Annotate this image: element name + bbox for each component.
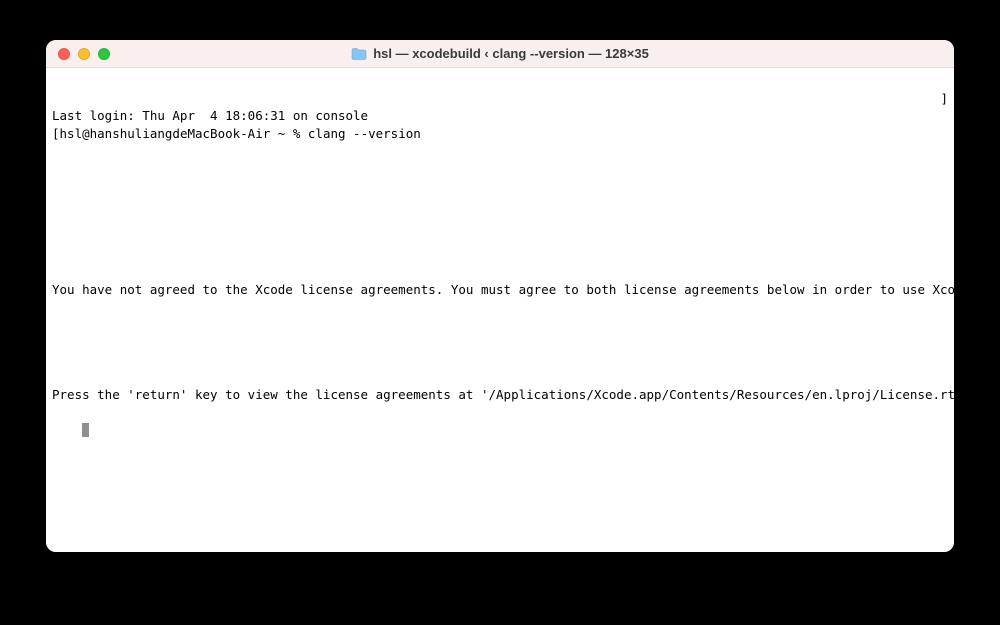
prompt-line: [hsl@hanshuliangdeMacBook-Air ~ % clang …	[52, 125, 948, 143]
terminal-window: hsl — xcodebuild ‹ clang --version — 128…	[46, 40, 954, 552]
maximize-button[interactable]	[98, 48, 110, 60]
terminal-content[interactable]: Last login: Thu Apr 4 18:06:31 on consol…	[46, 68, 954, 552]
blank-line	[52, 177, 948, 194]
prompt-bracket: [	[52, 126, 60, 141]
shell-prompt: hsl@hanshuliangdeMacBook-Air ~ %	[60, 126, 308, 141]
folder-icon	[351, 47, 367, 61]
window-titlebar[interactable]: hsl — xcodebuild ‹ clang --version — 128…	[46, 40, 954, 68]
blank-line	[52, 229, 948, 246]
minimize-button[interactable]	[78, 48, 90, 60]
terminal-cursor	[82, 423, 89, 437]
last-login-line: Last login: Thu Apr 4 18:06:31 on consol…	[52, 107, 948, 125]
window-title: hsl — xcodebuild ‹ clang --version — 128…	[373, 46, 649, 61]
entered-command: clang --version	[308, 126, 421, 141]
title-content: hsl — xcodebuild ‹ clang --version — 128…	[46, 46, 954, 61]
output-press-return: Press the 'return' key to view the licen…	[52, 386, 948, 404]
prompt-bracket-right: ]	[940, 90, 948, 108]
blank-line	[52, 334, 948, 351]
output-license-warning: You have not agreed to the Xcode license…	[52, 281, 948, 299]
close-button[interactable]	[58, 48, 70, 60]
traffic-lights	[46, 48, 110, 60]
